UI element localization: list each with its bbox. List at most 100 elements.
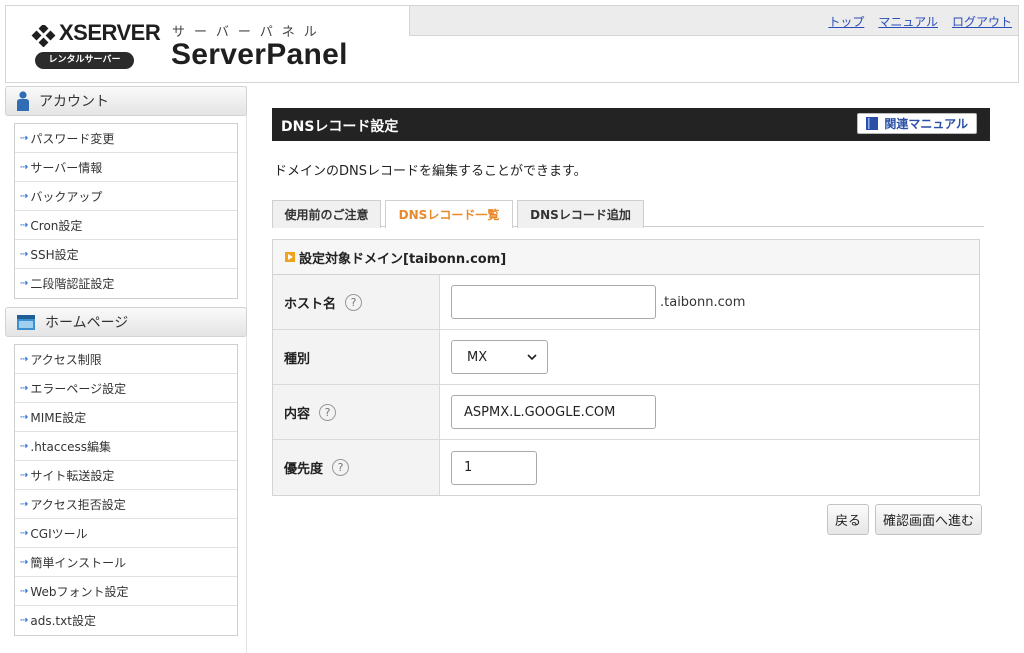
priority-label: 優先度 ? xyxy=(273,440,440,495)
type-label-text: 種別 xyxy=(284,351,311,367)
title-bar: DNSレコード設定 関連マニュアル xyxy=(272,108,990,141)
related-manual-label: 関連マニュアル xyxy=(884,117,968,131)
sidebar-item-label: 簡単インストール xyxy=(30,555,127,570)
nav-manual-link[interactable]: マニュアル xyxy=(878,13,938,30)
sidebar-item-ads-txt[interactable]: ⇢ ads.txt設定 xyxy=(15,606,237,635)
top-nav: トップ マニュアル ログアウト xyxy=(828,13,1012,30)
tab-dns-record-list[interactable]: DNSレコード一覧 xyxy=(385,200,513,228)
sidebar-item-label: Webフォント設定 xyxy=(30,584,129,599)
priority-value-cell xyxy=(440,440,979,495)
host-label-text: ホスト名 xyxy=(284,296,337,312)
user-icon xyxy=(16,91,30,111)
priority-label-text: 優先度 xyxy=(284,462,324,477)
host-name-input[interactable] xyxy=(451,285,656,319)
form-heading: 設定対象ドメイン[taibonn.com] xyxy=(273,240,979,275)
logo-area[interactable]: XSERVER レンタルサーバー サーバーパネル ServerPanel xyxy=(6,6,409,82)
panel-title: ServerPanel xyxy=(171,38,348,71)
sidebar-item-easy-install[interactable]: ⇢ 簡単インストール xyxy=(15,548,237,577)
sidebar-head-label: ホームページ xyxy=(45,315,129,331)
sidebar-item-label: CGIツール xyxy=(30,526,88,541)
host-label: ホスト名 ? xyxy=(273,275,440,329)
content-label: 内容 ? xyxy=(273,385,440,439)
sidebar-item-webfont[interactable]: ⇢ Webフォント設定 xyxy=(15,577,237,606)
sidebar-item-label: SSH設定 xyxy=(30,247,79,262)
tab-dns-record-add[interactable]: DNSレコード追加 xyxy=(517,200,644,228)
type-select-value: MX xyxy=(467,349,488,365)
sidebar-item-access-restrict[interactable]: ⇢ アクセス制限 xyxy=(15,345,237,374)
sidebar-item-server-info[interactable]: ⇢ サーバー情報 xyxy=(15,153,237,182)
sidebar-item-cron[interactable]: ⇢ Cron設定 xyxy=(15,211,237,240)
arrow-icon: ⇢ xyxy=(20,190,29,202)
arrow-icon: ⇢ xyxy=(20,219,29,231)
sidebar-item-label: バックアップ xyxy=(30,189,103,204)
page-title: DNSレコード設定 xyxy=(281,119,399,135)
sidebar-head-label: アカウント xyxy=(39,94,109,110)
content-label-text: 内容 xyxy=(284,406,311,422)
page-description: ドメインのDNSレコードを編集することができます。 xyxy=(274,164,587,179)
header: XSERVER レンタルサーバー サーバーパネル ServerPanel トップ… xyxy=(5,5,1019,83)
dns-record-form: 設定対象ドメイン[taibonn.com] ホスト名 ? .taibonn.co… xyxy=(272,239,980,496)
sidebar-item-label: Cron設定 xyxy=(30,218,83,233)
arrow-icon: ⇢ xyxy=(20,615,29,626)
sidebar-item-password[interactable]: ⇢ パスワード変更 xyxy=(15,124,237,153)
arrow-icon: ⇢ xyxy=(20,498,29,510)
chevron-down-icon xyxy=(527,353,537,360)
content-input[interactable] xyxy=(451,395,656,429)
sidebar-item-access-deny[interactable]: ⇢ アクセス拒否設定 xyxy=(15,490,237,519)
sidebar-item-backup[interactable]: ⇢ バックアップ xyxy=(15,182,237,211)
nav-top-link[interactable]: トップ xyxy=(828,13,864,30)
sidebar-item-label: 二段階認証設定 xyxy=(30,277,115,291)
arrow-icon: ⇢ xyxy=(20,556,29,568)
sidebar-item-mime[interactable]: ⇢ MIME設定 xyxy=(15,403,237,432)
arrow-icon: ⇢ xyxy=(20,440,29,452)
sidebar-item-htaccess[interactable]: ⇢ .htaccess編集 xyxy=(15,432,237,461)
arrow-icon: ⇢ xyxy=(20,411,29,423)
type-label: 種別 xyxy=(273,330,440,384)
row-type: 種別 MX xyxy=(273,330,979,385)
arrow-icon: ⇢ xyxy=(20,353,29,365)
help-icon[interactable]: ? xyxy=(332,459,350,476)
row-host: ホスト名 ? .taibonn.com xyxy=(273,275,979,330)
sidebar-item-label: パスワード変更 xyxy=(30,131,115,146)
help-icon[interactable]: ? xyxy=(319,403,337,421)
form-buttons: 戻る 確認画面へ進む xyxy=(826,504,982,535)
nav-logout-link[interactable]: ログアウト xyxy=(952,13,1012,30)
arrow-icon: ⇢ xyxy=(20,527,29,539)
sidebar-item-site-forward[interactable]: ⇢ サイト転送設定 xyxy=(15,461,237,490)
sidebar-item-label: サーバー情報 xyxy=(30,160,103,175)
sidebar-item-label: サイト転送設定 xyxy=(30,468,115,483)
sidebar-item-ssh[interactable]: ⇢ SSH設定 xyxy=(15,240,237,269)
host-value-cell: .taibonn.com xyxy=(440,275,979,329)
sidebar-item-label: アクセス制限 xyxy=(30,352,102,367)
arrow-icon: ⇢ xyxy=(20,132,29,144)
confirm-button[interactable]: 確認画面へ進む xyxy=(874,504,982,535)
sidebar-head-homepage[interactable]: ホームページ xyxy=(5,307,247,337)
arrow-icon: ⇢ xyxy=(20,382,29,394)
sidebar-section-homepage: ホームページ ⇢ アクセス制限 ⇢ エラーページ設定 ⇢ MIME設定 ⇢ .htacc… xyxy=(5,307,247,636)
related-manual-button[interactable]: 関連マニュアル xyxy=(857,113,977,134)
host-suffix: .taibonn.com xyxy=(660,294,746,310)
tab-precautions[interactable]: 使用前のご注意 xyxy=(272,200,381,228)
sidebar-item-label: ads.txt設定 xyxy=(30,614,96,628)
priority-input[interactable] xyxy=(451,450,537,485)
play-square-icon xyxy=(285,252,295,262)
arrow-icon: ⇢ xyxy=(20,469,29,481)
help-icon[interactable]: ? xyxy=(345,293,363,311)
content-value-cell xyxy=(440,385,979,439)
xserver-brand: XSERVER xyxy=(59,20,161,45)
sidebar-item-label: MIME設定 xyxy=(30,410,87,425)
arrow-icon: ⇢ xyxy=(20,278,29,289)
rental-server-badge: レンタルサーバー xyxy=(35,52,134,69)
back-button[interactable]: 戻る xyxy=(826,504,869,535)
book-icon xyxy=(866,117,879,130)
tabs: 使用前のご注意 DNSレコード一覧 DNSレコード追加 xyxy=(272,200,984,228)
sidebar-item-2fa[interactable]: ⇢ 二段階認証設定 xyxy=(15,269,237,298)
sidebar-item-cgi[interactable]: ⇢ CGIツール xyxy=(15,519,237,548)
type-select[interactable]: MX xyxy=(451,340,548,374)
sidebar-item-label: アクセス拒否設定 xyxy=(30,497,126,512)
arrow-icon: ⇢ xyxy=(20,248,29,260)
sidebar-head-account[interactable]: アカウント xyxy=(5,86,247,116)
arrow-icon: ⇢ xyxy=(20,585,29,597)
sidebar: アカウント ⇢ パスワード変更 ⇢ サーバー情報 ⇢ バックアップ ⇢ Cron設定 ⇢… xyxy=(5,86,247,653)
sidebar-item-error-page[interactable]: ⇢ エラーページ設定 xyxy=(15,374,237,403)
